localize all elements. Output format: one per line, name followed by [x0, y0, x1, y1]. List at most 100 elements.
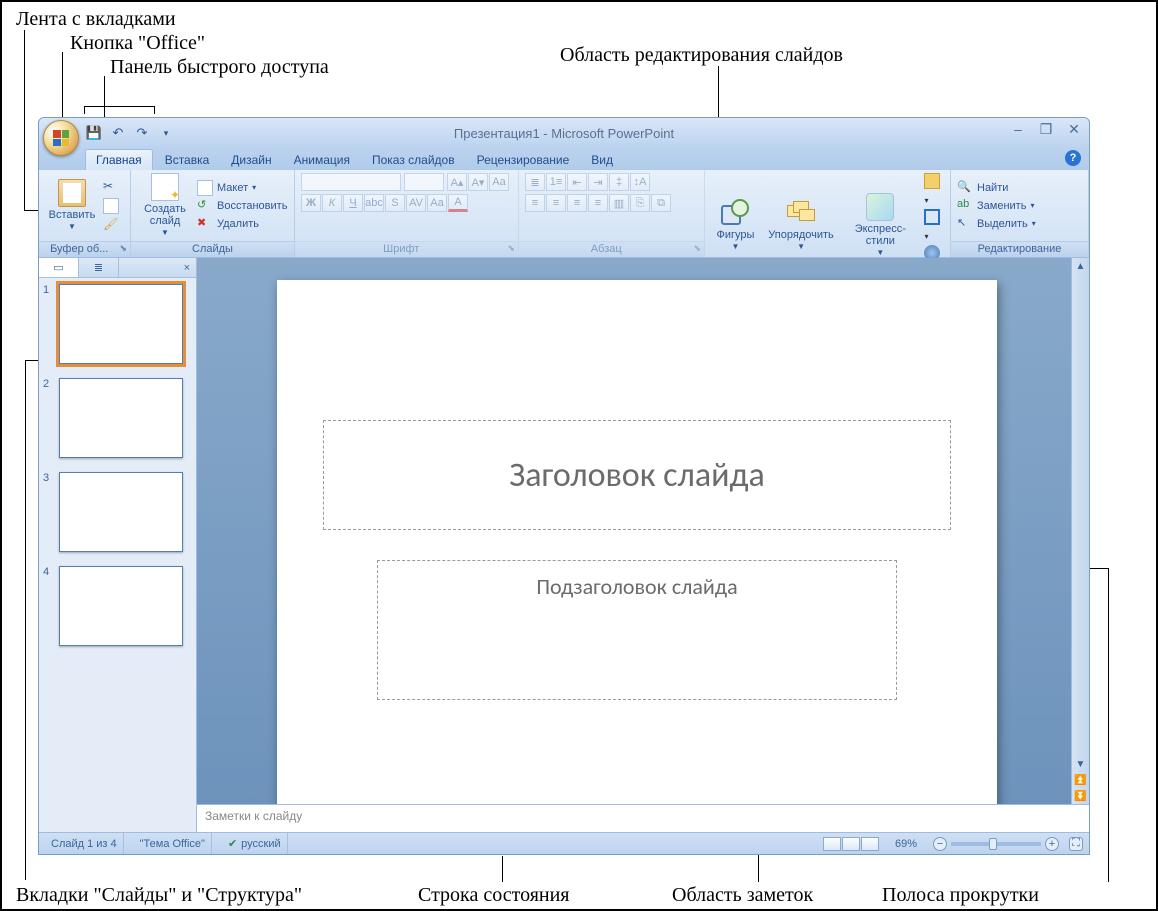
slideshow-view-button[interactable] — [861, 837, 879, 851]
change-case-button[interactable]: Aa — [489, 173, 509, 191]
notes-pane[interactable]: Заметки к слайду — [197, 804, 1089, 832]
vertical-scrollbar[interactable]: ▲ ▼ ⏫ ⏬ — [1071, 258, 1089, 804]
next-slide-icon[interactable]: ⏬ — [1072, 788, 1089, 804]
fit-to-window-button[interactable]: ⛶ — [1069, 837, 1083, 851]
font-family-combo[interactable] — [301, 173, 401, 191]
shapes-icon — [721, 199, 749, 227]
thumbnail-2[interactable]: 2 — [43, 378, 192, 458]
thumbnail-1[interactable]: 1 — [43, 284, 192, 364]
text-direction-button[interactable]: ↕A — [630, 173, 650, 191]
normal-view-button[interactable] — [823, 837, 841, 851]
tab-slideshow[interactable]: Показ слайдов — [362, 150, 465, 170]
bullets-button[interactable]: ≣ — [525, 173, 545, 191]
ribbon-group-paragraph: ≣ 1≡ ⇤ ⇥ ‡ ↕A ≡ ≡ ≡ ≡ ▥ ⎘ ⧉ — [519, 170, 705, 257]
ribbon-group-editing: 🔍Найти abЗаменить ▾ ↖Выделить ▾ Редактир… — [951, 170, 1089, 257]
scroll-track[interactable] — [1074, 274, 1087, 750]
redo-icon[interactable]: ↷ — [133, 124, 151, 142]
align-right-button[interactable]: ≡ — [567, 194, 587, 212]
tab-design[interactable]: Дизайн — [221, 150, 281, 170]
format-painter-icon[interactable]: 🖌 — [103, 217, 119, 233]
smartart-button[interactable]: ⧉ — [651, 194, 671, 212]
align-center-button[interactable]: ≡ — [546, 194, 566, 212]
annotation-office-button: Кнопка "Office" — [70, 32, 205, 55]
subtitle-placeholder[interactable]: Подзаголовок слайда — [377, 560, 897, 700]
grow-font-button[interactable]: A▴ — [447, 173, 467, 191]
shape-fill-button[interactable]: ▾ — [924, 173, 944, 206]
prev-slide-icon[interactable]: ⏫ — [1072, 772, 1089, 788]
thumbnail-3[interactable]: 3 — [43, 472, 192, 552]
tab-view[interactable]: Вид — [581, 150, 623, 170]
tab-review[interactable]: Рецензирование — [467, 150, 580, 170]
cut-icon[interactable]: ✂ — [103, 179, 119, 195]
status-theme[interactable]: "Тема Office" — [134, 833, 212, 854]
delete-slide-button[interactable]: ✖Удалить — [197, 216, 287, 232]
save-icon[interactable]: 💾 — [85, 124, 103, 142]
columns-button[interactable]: ▥ — [609, 194, 629, 212]
reset-button[interactable]: ↺Восстановить — [197, 198, 287, 214]
shadow-button[interactable]: S — [385, 194, 405, 212]
tab-animation[interactable]: Анимация — [284, 150, 360, 170]
increase-indent-button[interactable]: ⇥ — [588, 173, 608, 191]
ribbon: Вставить ▼ ✂ 🖌 Буфер об... Создать — [39, 170, 1089, 258]
numbering-button[interactable]: 1≡ — [546, 173, 566, 191]
layout-button[interactable]: Макет ▾ — [197, 180, 287, 196]
status-language[interactable]: ✔русский — [222, 833, 288, 854]
tab-home[interactable]: Главная — [85, 149, 153, 170]
fill-icon — [924, 173, 940, 189]
office-button[interactable] — [43, 120, 79, 156]
font-color-button[interactable]: A — [448, 194, 468, 212]
shrink-font-button[interactable]: A▾ — [468, 173, 488, 191]
connector-line — [84, 106, 85, 114]
select-button[interactable]: ↖Выделить ▾ — [957, 216, 1036, 232]
help-button[interactable]: ? — [1065, 150, 1081, 166]
copy-icon[interactable] — [103, 198, 119, 214]
shapes-button[interactable]: Фигуры▼ — [711, 199, 760, 252]
zoom-percent[interactable]: 69% — [889, 833, 923, 854]
bold-button[interactable]: Ж — [301, 194, 321, 212]
title-placeholder[interactable]: Заголовок слайда — [323, 420, 951, 530]
change-case-button-2[interactable]: Aa — [427, 194, 447, 212]
new-slide-button[interactable]: Создать слайд ▼ — [137, 173, 193, 238]
scroll-up-icon[interactable]: ▲ — [1072, 258, 1089, 274]
zoom-out-button[interactable]: − — [933, 837, 947, 851]
decrease-indent-button[interactable]: ⇤ — [567, 173, 587, 191]
underline-button[interactable]: Ч — [343, 194, 363, 212]
sorter-view-button[interactable] — [842, 837, 860, 851]
close-panel-button[interactable]: × — [184, 262, 190, 274]
tab-outline[interactable]: ≣ — [79, 258, 119, 277]
slide-edit-area[interactable]: Заголовок слайда Подзаголовок слайда ▲ ▼… — [197, 258, 1089, 804]
replace-button[interactable]: abЗаменить ▾ — [957, 198, 1036, 214]
quick-access-toolbar: 💾 ↶ ↷ ▾ — [85, 118, 175, 148]
shape-outline-button[interactable]: ▾ — [924, 209, 944, 242]
panel-tabs: ▭ ≣ × — [39, 258, 196, 278]
align-text-button[interactable]: ⎘ — [630, 194, 650, 212]
minimize-button[interactable]: – — [1009, 120, 1027, 138]
find-button[interactable]: 🔍Найти — [957, 180, 1036, 196]
status-slide-counter[interactable]: Слайд 1 из 4 — [45, 833, 124, 854]
line-spacing-button[interactable]: ‡ — [609, 173, 629, 191]
italic-button[interactable]: К — [322, 194, 342, 212]
zoom-track[interactable] — [951, 842, 1041, 846]
quick-styles-button[interactable]: Экспресс-стили▼ — [842, 193, 918, 258]
thumbnail-4[interactable]: 4 — [43, 566, 192, 646]
arrange-button[interactable]: Упорядочить▼ — [766, 199, 836, 252]
char-spacing-button[interactable]: AV — [406, 194, 426, 212]
undo-icon[interactable]: ↶ — [109, 124, 127, 142]
tab-insert[interactable]: Вставка — [155, 150, 220, 170]
strike-button[interactable]: abc — [364, 194, 384, 212]
zoom-knob[interactable] — [989, 838, 997, 850]
maximize-button[interactable]: ❐ — [1037, 120, 1055, 138]
tab-slides-thumbnails[interactable]: ▭ — [39, 258, 79, 277]
justify-button[interactable]: ≡ — [588, 194, 608, 212]
scroll-down-icon[interactable]: ▼ — [1072, 756, 1089, 772]
zoom-slider[interactable]: − + — [933, 837, 1059, 851]
font-size-combo[interactable] — [404, 173, 444, 191]
slide-canvas[interactable]: Заголовок слайда Подзаголовок слайда — [277, 280, 997, 804]
layout-icon — [197, 180, 213, 196]
zoom-in-button[interactable]: + — [1045, 837, 1059, 851]
thumbnail-list[interactable]: 1 2 3 4 — [39, 278, 196, 832]
align-left-button[interactable]: ≡ — [525, 194, 545, 212]
paste-button[interactable]: Вставить ▼ — [45, 179, 99, 232]
qat-customize-icon[interactable]: ▾ — [157, 124, 175, 142]
close-button[interactable]: ✕ — [1065, 120, 1083, 138]
